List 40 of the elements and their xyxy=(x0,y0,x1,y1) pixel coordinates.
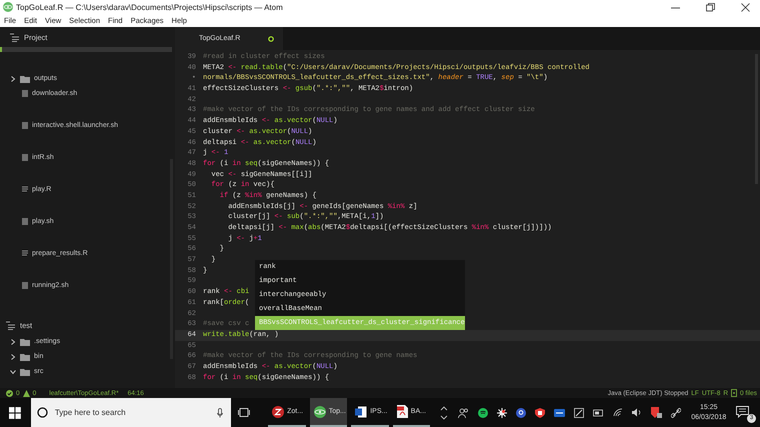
circle-icon[interactable] xyxy=(516,408,526,418)
windows-logo-icon[interactable] xyxy=(9,406,21,418)
battery-icon[interactable] xyxy=(593,408,604,416)
document-icon xyxy=(396,405,408,418)
document-icon xyxy=(355,406,368,418)
window-title: TopGoLeaf.R — C:\Users\darav\Documents\Projects\Hipsci\scripts — Atom xyxy=(16,2,283,12)
file-icon xyxy=(731,389,738,397)
chevron-right-icon[interactable] xyxy=(10,338,16,344)
shield-icon[interactable] xyxy=(535,408,546,418)
circle-icon xyxy=(36,407,48,418)
file-icon xyxy=(22,122,28,129)
chevron-up-down-icon[interactable] xyxy=(440,404,448,420)
notification-icon[interactable] xyxy=(736,406,750,418)
close-icon[interactable] xyxy=(741,2,750,12)
chevron-right-icon[interactable] xyxy=(10,354,16,360)
file-icon xyxy=(22,90,28,97)
file-icon xyxy=(22,282,28,289)
list-icon xyxy=(6,320,15,330)
chevron-right-icon[interactable] xyxy=(10,76,16,82)
atom-icon xyxy=(314,406,326,418)
atom-logo-icon xyxy=(3,2,13,12)
people-icon[interactable] xyxy=(458,408,470,418)
text-file-icon xyxy=(22,250,28,257)
microphone-icon[interactable] xyxy=(217,408,224,418)
search-box[interactable]: Type here to search xyxy=(30,398,232,427)
search-field[interactable]: Type here to search xyxy=(52,407,212,418)
file-icon xyxy=(22,218,28,225)
folder-icon xyxy=(20,74,30,82)
file-icon xyxy=(22,154,28,161)
link-icon[interactable] xyxy=(671,408,682,418)
ball-icon xyxy=(272,406,284,418)
task-view-icon[interactable] xyxy=(238,408,250,417)
speaker-icon[interactable] xyxy=(632,408,642,417)
chevron-down-icon[interactable] xyxy=(10,368,16,374)
maximize-icon[interactable] xyxy=(706,2,715,12)
text-file-icon xyxy=(22,186,28,193)
wifi-icon[interactable] xyxy=(613,408,624,417)
circle-icon[interactable] xyxy=(478,408,488,418)
shield-icon[interactable] xyxy=(651,407,662,418)
list-icon xyxy=(10,32,19,42)
